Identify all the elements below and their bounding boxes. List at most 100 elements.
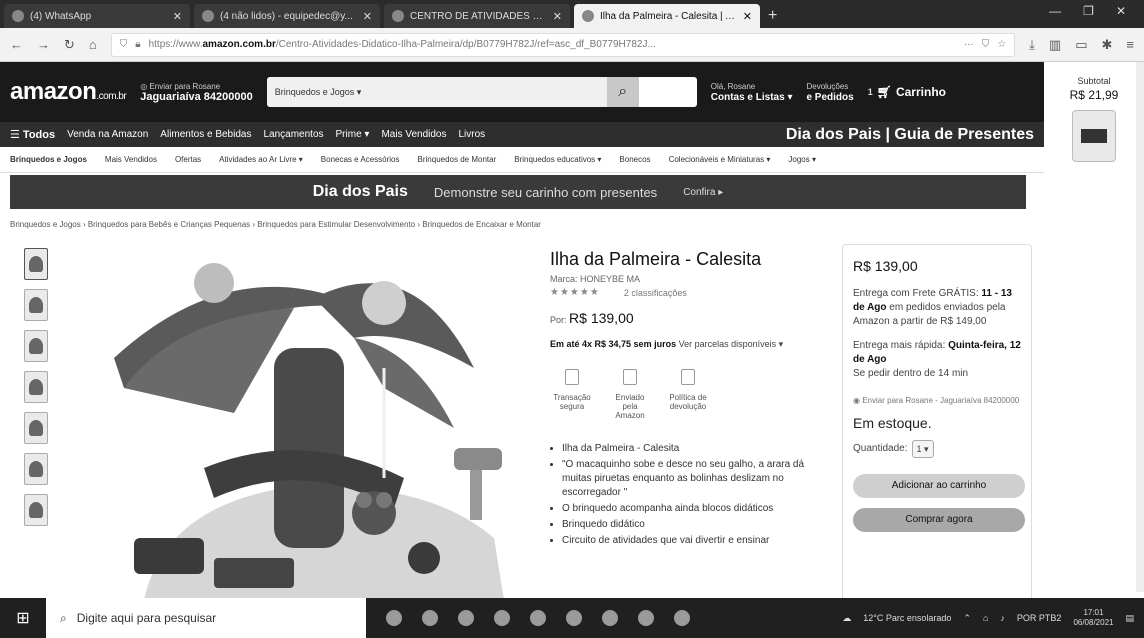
search-icon[interactable]: ⌕ [606, 77, 639, 107]
scrollbar[interactable] [1136, 62, 1144, 592]
clock[interactable]: 17:01 06/08/2021 [1073, 608, 1113, 628]
browser-tab[interactable]: (4 não lidos) - equipedec@y... ✕ [194, 4, 380, 28]
tray-chevron-icon[interactable]: ⌃ [963, 613, 971, 624]
subtotal-label: Subtotal [1077, 76, 1111, 86]
product-image[interactable] [84, 238, 524, 600]
product-thumbnail[interactable] [24, 453, 48, 485]
breadcrumb[interactable]: Brinquedos e Jogos › Brinquedos para Beb… [10, 220, 541, 229]
nav-item[interactable]: Livros [458, 129, 485, 140]
quantity-dropdown[interactable]: 1 ▾ [911, 440, 934, 458]
browser-tab[interactable]: CENTRO DE ATIVIDADES DIDÁ... ✕ [384, 4, 570, 28]
account-lists[interactable]: Olá, Rosane Contas e Listas ▾ [711, 81, 793, 103]
product-thumbnail[interactable] [24, 248, 48, 280]
cart-button[interactable]: 1 🛒︎ Carrinho [868, 85, 946, 99]
tab-label: Ilha da Palmeira - Calesita | Am... [600, 10, 737, 22]
lock-icon: 🔒︎ [135, 39, 141, 50]
weather-text[interactable]: 12°C Parc ensolarado [863, 613, 951, 623]
back-icon[interactable]: ← [10, 37, 23, 52]
category-item[interactable]: Mais Vendidos [105, 155, 157, 164]
taskbar-search[interactable]: ⌕ Digite aqui para pesquisar [46, 598, 366, 638]
nav-item[interactable]: Prime ▾ [336, 129, 370, 140]
download-icon[interactable]: ⤓ [1029, 37, 1035, 53]
chrome-icon[interactable] [422, 610, 438, 626]
word-icon[interactable] [566, 610, 582, 626]
task-view-icon[interactable] [386, 610, 402, 626]
calculator-icon[interactable] [530, 610, 546, 626]
network-icon[interactable]: ⌂ [983, 613, 988, 623]
product-price: Por: R$ 139,00 [550, 310, 634, 326]
category-item[interactable]: Brinquedos e Jogos [10, 155, 87, 164]
product-thumbnail[interactable] [24, 412, 48, 444]
amazon-logo[interactable]: amazon.com.br [10, 78, 127, 106]
shipped-by-amazon-feature[interactable]: Enviado pela Amazon [608, 369, 652, 420]
deliver-to[interactable]: ◎ Enviar para Rosane Jaguariaíva 8420000… [140, 81, 253, 103]
cart-count: 1 [867, 87, 873, 97]
return-policy-feature[interactable]: Política de devolução [666, 369, 710, 420]
returns-orders[interactable]: Devoluções e Pedidos [806, 81, 853, 103]
category-item[interactable]: Atividades ao Ar Livre ▾ [219, 155, 303, 164]
bullet-item: "O macaquinho sobe e desce no seu galho,… [562, 458, 812, 500]
extension-icon[interactable]: ✱ [1102, 37, 1113, 53]
browser-tab[interactable]: (4) WhatsApp ✕ [4, 4, 190, 28]
cart-item-thumbnail[interactable] [1072, 110, 1116, 162]
product-thumbnail[interactable] [24, 371, 48, 403]
product-thumbnail[interactable] [24, 494, 48, 526]
promo-banner[interactable]: Dia dos Pais Demonstre seu carinho com p… [10, 175, 1026, 209]
buy-now-button[interactable]: Comprar agora [853, 508, 1025, 532]
close-icon[interactable]: ✕ [743, 10, 752, 23]
home-icon[interactable]: ⌂ [89, 37, 97, 52]
windows-start-icon[interactable]: ⊞ [0, 598, 46, 638]
banner-cta[interactable]: Confira ▸ [683, 187, 723, 198]
menu-icon[interactable]: ≡ [1126, 37, 1134, 52]
nav-item[interactable]: Venda na Amazon [67, 129, 148, 140]
maximize-icon[interactable]: ❐ [1083, 4, 1094, 18]
forward-icon[interactable]: → [37, 37, 50, 52]
bookmark-star-icon[interactable]: ☆ [997, 39, 1006, 50]
close-window-icon[interactable]: ✕ [1116, 4, 1126, 18]
nav-item[interactable]: Alimentos e Bebidas [160, 129, 251, 140]
firefox-icon[interactable] [674, 610, 690, 626]
category-item[interactable]: Brinquedos de Montar [418, 155, 497, 164]
photos-icon[interactable] [602, 610, 618, 626]
nav-promo-link[interactable]: Dia dos Pais | Guia de Presentes [786, 126, 1034, 144]
category-item[interactable]: Ofertas [175, 155, 201, 164]
category-item[interactable]: Brinquedos educativos ▾ [514, 155, 601, 164]
browser-icon[interactable] [494, 610, 510, 626]
product-brand[interactable]: Marca: HONEYBE MA [550, 274, 840, 284]
all-menu-button[interactable]: ☰ Todos [10, 128, 55, 141]
windows-taskbar: ⊞ ⌕ Digite aqui para pesquisar ☁ 12°C Pa… [0, 598, 1144, 638]
notification-icon[interactable]: ▤ [1125, 613, 1134, 624]
secure-transaction-feature[interactable]: Transação segura [550, 369, 594, 420]
category-item[interactable]: Bonecos [619, 155, 650, 164]
close-icon[interactable]: ✕ [553, 10, 562, 23]
category-item[interactable]: Bonecas e Acessórios [321, 155, 400, 164]
nav-item[interactable]: Lançamentos [263, 129, 323, 140]
volume-icon[interactable]: ♪ [1000, 613, 1005, 623]
minimize-icon[interactable]: — [1049, 4, 1061, 18]
quantity-selector: Quantidade: 1 ▾ [853, 440, 1021, 458]
language-indicator[interactable]: POR PTB2 [1017, 613, 1062, 623]
new-tab-icon[interactable]: + [768, 4, 777, 28]
category-item[interactable]: Colecionáveis e Miniaturas ▾ [669, 155, 771, 164]
search-category-select[interactable]: Brinquedos e Jogos ▾ [266, 77, 607, 107]
edge-icon[interactable] [638, 610, 654, 626]
product-thumbnail[interactable] [24, 289, 48, 321]
product-thumbnail[interactable] [24, 330, 48, 362]
close-icon[interactable]: ✕ [173, 10, 182, 23]
nav-item[interactable]: Mais Vendidos [381, 129, 446, 140]
library-icon[interactable]: ▥ [1049, 37, 1061, 53]
ship-to-address[interactable]: ◉ Enviar para Rosane - Jaguariaíva 84200… [853, 395, 1021, 406]
product-rating[interactable]: ★★★★★ 2 classificações [550, 287, 840, 298]
reload-icon[interactable]: ↻ [64, 37, 75, 53]
more-icon[interactable]: ··· [964, 39, 974, 50]
installments-link[interactable]: Ver parcelas disponíveis ▾ [679, 339, 784, 349]
sidebar-icon[interactable]: ▭ [1075, 37, 1087, 53]
category-item[interactable]: Jogos ▾ [788, 155, 816, 164]
address-bar[interactable]: ⛉ 🔒︎ https://www.amazon.com.br/Centro-At… [110, 32, 1016, 57]
add-to-cart-button[interactable]: Adicionar ao carrinho [853, 474, 1025, 498]
mail-icon[interactable] [458, 610, 474, 626]
close-icon[interactable]: ✕ [363, 10, 372, 23]
browser-tab-active[interactable]: Ilha da Palmeira - Calesita | Am... ✕ [574, 4, 760, 28]
ratings-count[interactable]: 2 classificações [624, 288, 687, 298]
pocket-icon[interactable]: ⛉ [982, 39, 990, 50]
